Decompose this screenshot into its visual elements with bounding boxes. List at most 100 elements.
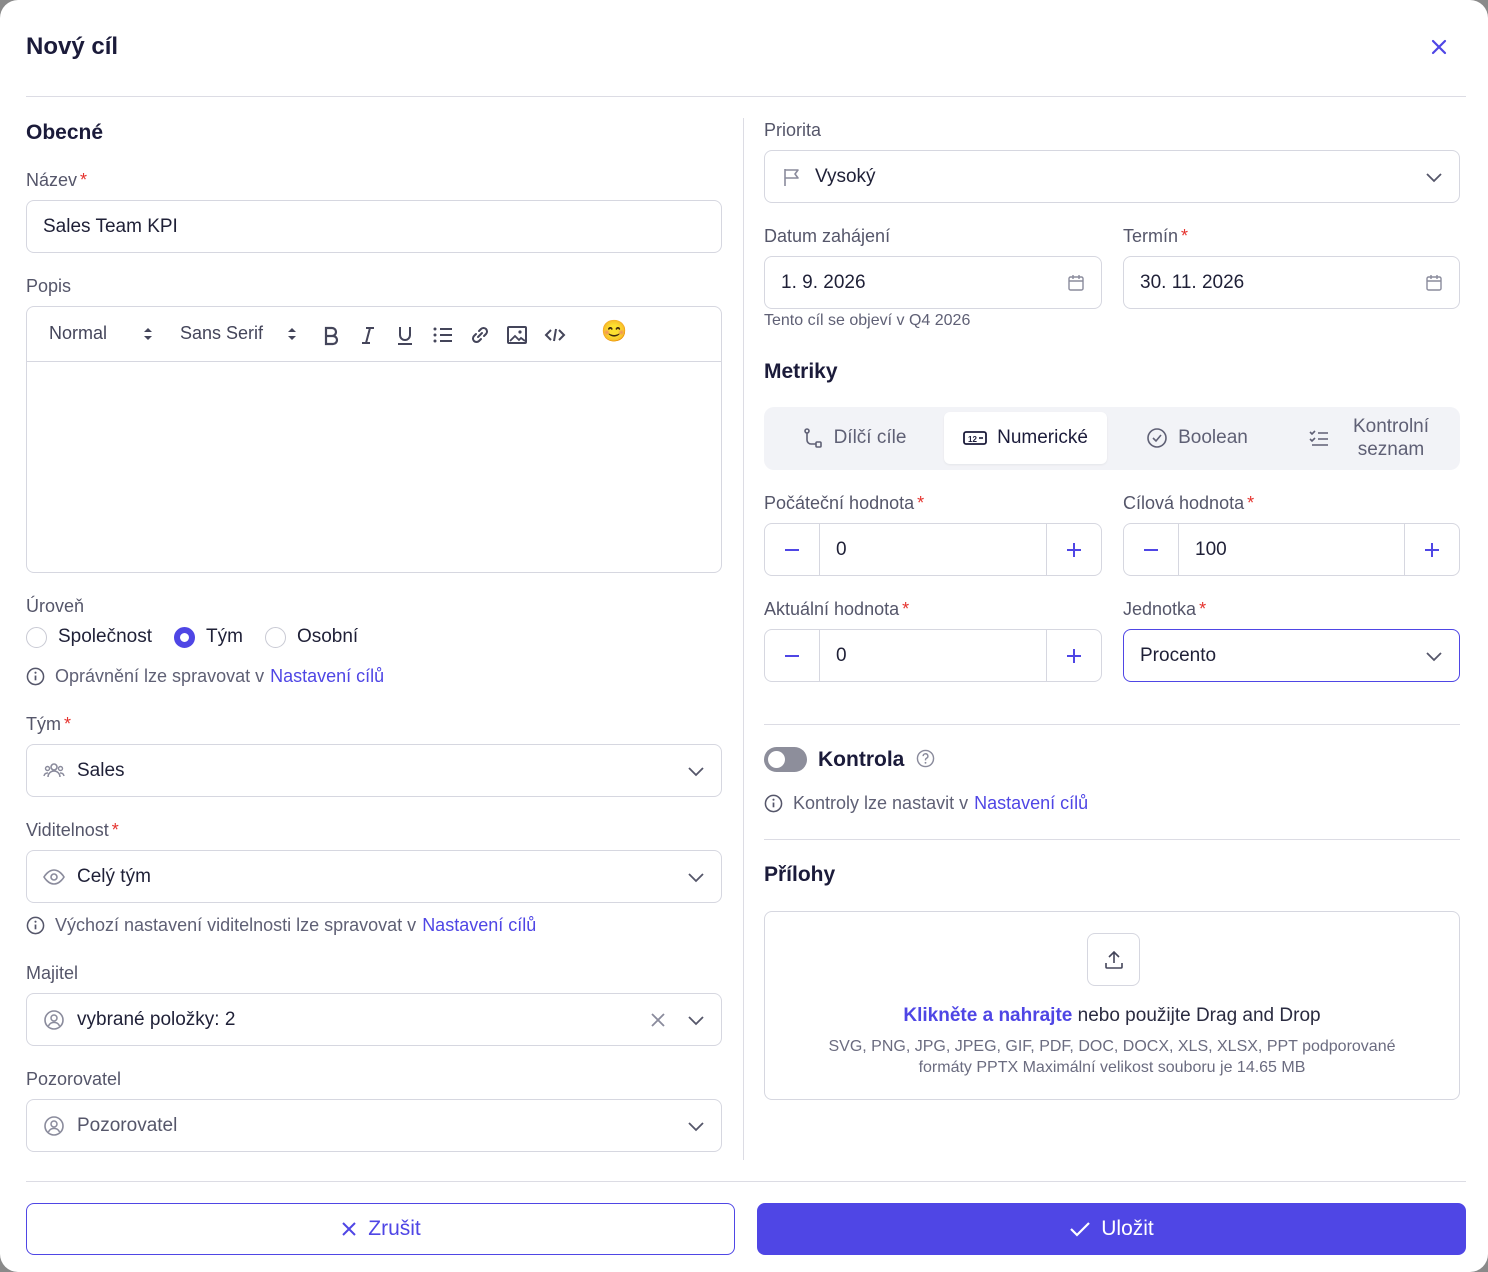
save-button[interactable]: Uložit (757, 1203, 1466, 1255)
visibility-helper: Výchozí nastavení viditelnosti lze sprav… (26, 915, 536, 936)
upload-instructions: Klikněte a nahrajte nebo použijte Drag a… (903, 1005, 1321, 1026)
observer-select[interactable]: Pozorovatel (26, 1099, 722, 1152)
users-icon (43, 762, 65, 777)
stepper-value[interactable]: 0 (819, 524, 1047, 575)
team-select[interactable]: Sales (26, 744, 722, 797)
tab-subgoals[interactable]: Dílčí cíle (769, 412, 939, 464)
select-arrows-icon (144, 327, 153, 340)
chevron-down-icon (688, 1016, 704, 1026)
close-icon[interactable] (1428, 36, 1450, 58)
list-icon[interactable] (432, 324, 454, 346)
stepper-value[interactable]: 0 (819, 630, 1047, 681)
upload-button[interactable] (1087, 933, 1140, 986)
cancel-button[interactable]: Zrušit (26, 1203, 735, 1255)
radio-option-team[interactable]: Tým (174, 626, 243, 648)
close-icon (342, 1222, 356, 1236)
increment-button[interactable] (1405, 524, 1459, 575)
start-date-input[interactable]: 1. 9. 2026 (764, 256, 1102, 309)
control-helper: Kontroly lze nastavit v Nastavení cílů (764, 793, 1088, 814)
unit-select[interactable]: Procento (1123, 629, 1460, 682)
section-title-metrics: Metriky (764, 360, 838, 383)
section-title-general: Obecné (26, 121, 104, 144)
toggle-knob (768, 751, 785, 768)
radio-button[interactable] (264, 626, 286, 648)
italic-icon[interactable] (357, 324, 379, 346)
editor-toolbar: Normal Sans Serif 😊 (27, 307, 721, 362)
target-value-stepper[interactable]: 100 (1123, 523, 1460, 576)
tab-boolean[interactable]: Boolean (1112, 412, 1282, 464)
upload-formats: SVG, PNG, JPG, JPEG, GIF, PDF, DOC, DOCX… (828, 1038, 1396, 1076)
description-editor: Normal Sans Serif 😊 (26, 306, 722, 573)
tab-checklist[interactable]: Kontrolní seznam (1287, 412, 1457, 464)
minus-icon (785, 654, 799, 657)
font-select[interactable]: Sans Serif (180, 323, 297, 344)
underline-icon[interactable] (394, 324, 416, 346)
name-label: Název * (26, 170, 88, 190)
bold-icon[interactable] (320, 324, 342, 346)
due-date-input[interactable]: 30. 11. 2026 (1123, 256, 1460, 309)
check-icon (1070, 1222, 1091, 1237)
target-value-label: Cílová hodnota * (1123, 493, 1255, 513)
radio-option-personal[interactable]: Osobní (264, 626, 358, 648)
numeric-icon: 12 (963, 431, 987, 445)
metrics-tabs: Dílčí cíle 12 Numerické Boolean Kontroln… (764, 407, 1460, 470)
info-icon (764, 794, 783, 813)
modal-title: Nový cíl (26, 33, 119, 60)
decrement-button[interactable] (1124, 524, 1178, 575)
info-icon (26, 667, 45, 686)
initial-value-stepper[interactable]: 0 (764, 523, 1102, 576)
link-icon[interactable] (469, 324, 491, 346)
column-divider (743, 118, 744, 1160)
divider (764, 724, 1460, 725)
minus-icon (1144, 548, 1158, 551)
settings-link[interactable]: Nastavení cílů (270, 666, 384, 687)
route-icon (803, 428, 822, 448)
description-label: Popis (26, 276, 72, 296)
radio-button-selected[interactable] (174, 626, 196, 648)
checklist-icon (1309, 430, 1328, 446)
info-icon (26, 916, 45, 935)
calendar-icon[interactable] (1425, 274, 1443, 292)
divider (764, 839, 1460, 840)
visibility-select[interactable]: Celý tým (26, 850, 722, 903)
plus-icon (1067, 648, 1081, 663)
help-icon[interactable] (916, 749, 935, 768)
chevron-down-icon (688, 1122, 704, 1132)
format-select[interactable]: Normal (49, 323, 153, 344)
increment-button[interactable] (1047, 630, 1101, 681)
increment-button[interactable] (1047, 524, 1101, 575)
decrement-button[interactable] (765, 524, 819, 575)
new-goal-modal: Nový cíl Obecné Název * Sales Team KPI Po… (0, 0, 1488, 1272)
decrement-button[interactable] (765, 630, 819, 681)
image-icon[interactable] (506, 324, 528, 346)
eye-icon (43, 868, 65, 885)
user-circle-icon (44, 1115, 64, 1136)
attachments-dropzone[interactable]: Klikněte a nahrajte nebo použijte Drag a… (764, 911, 1460, 1100)
upload-link[interactable]: Klikněte a nahrajte (903, 1005, 1072, 1026)
control-toggle[interactable] (764, 747, 807, 772)
team-label: Tým * (26, 714, 72, 734)
radio-button[interactable] (26, 626, 47, 648)
settings-link[interactable]: Nastavení cílů (422, 915, 536, 936)
calendar-icon[interactable] (1067, 274, 1085, 292)
permissions-helper: Oprávnění lze spravovat v Nastavení cílů (26, 666, 384, 687)
settings-link[interactable]: Nastavení cílů (974, 793, 1088, 814)
clear-icon[interactable] (649, 1011, 667, 1029)
due-date-label: Termín * (1123, 226, 1189, 246)
minus-icon (785, 548, 799, 551)
select-arrows-icon (288, 327, 297, 340)
priority-label: Priorita (764, 120, 822, 140)
name-input[interactable]: Sales Team KPI (26, 200, 722, 253)
radio-option-company[interactable]: Společnost (26, 626, 152, 648)
priority-select[interactable]: Vysoký (764, 150, 1460, 203)
current-value-stepper[interactable]: 0 (764, 629, 1102, 682)
initial-value-label: Počáteční hodnota * (764, 493, 925, 513)
user-circle-icon (44, 1009, 64, 1030)
emoji-button[interactable]: 😊 (601, 320, 627, 344)
level-radio-group: Společnost Tým Osobní (26, 626, 380, 648)
owner-select[interactable]: vybrané položky: 2 (26, 993, 722, 1046)
stepper-value[interactable]: 100 (1178, 524, 1405, 575)
plus-icon (1067, 542, 1081, 557)
code-icon[interactable] (544, 324, 566, 346)
tab-numeric[interactable]: 12 Numerické (944, 412, 1107, 464)
